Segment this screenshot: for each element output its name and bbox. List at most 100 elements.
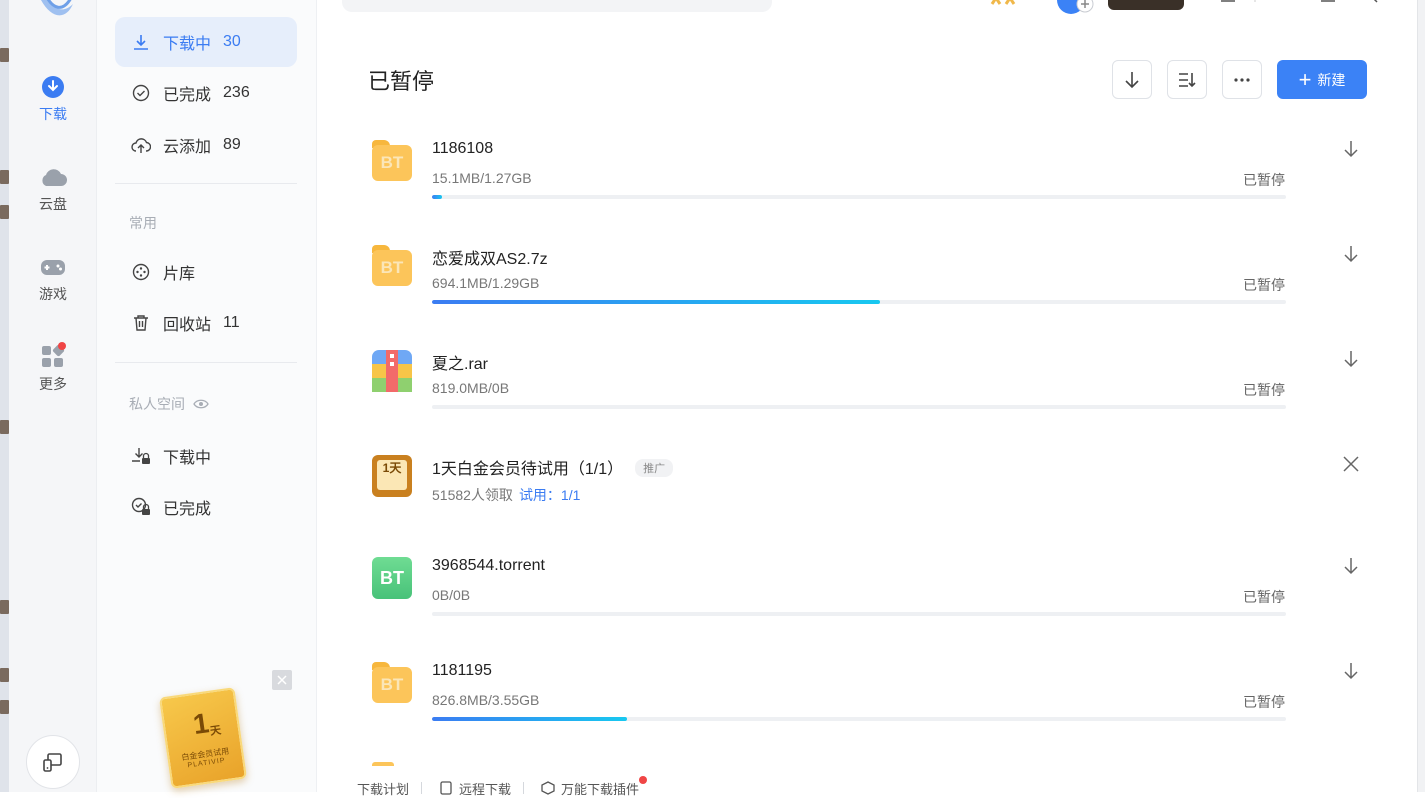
remote-icon [440,781,452,795]
sidebar-item-private-downloading[interactable]: 下载中 [115,431,297,481]
footer-label: 万能下载插件 [561,781,640,797]
sidebar-item-label: 已完成 [163,87,212,104]
footer-label: 下载计划 [357,781,410,797]
more-icon [1234,77,1250,82]
device-switch-button[interactable] [26,735,80,789]
sidebar-item-label: 片库 [163,266,196,283]
avatar[interactable] [1055,0,1101,16]
vip-trial-promo-card[interactable]: 1 天 白金会员试用 PLATIVIP [158,687,248,789]
more-options-button[interactable] [1222,60,1262,99]
gift-icon[interactable] [990,0,1022,6]
sidebar-item-completed[interactable]: 已完成 236 [115,68,297,118]
bt-folder-icon: BT [372,662,412,704]
close-window-icon[interactable] [1365,0,1379,4]
start-all-button[interactable] [1112,60,1152,99]
sidebar-item-label: 下载中 [163,450,212,467]
promo-big-number: 1 [191,707,211,741]
vip-trial-icon: 1天 [372,455,412,497]
task-status: 已暂停 [1243,277,1285,293]
task-name: 1天白金会员待试用（1/1） 推广 [432,455,674,479]
task-row[interactable]: BT 1186108 15.1MB/1.27GB 已暂停 [350,132,1380,232]
promo-task-row[interactable]: 1天 1天白金会员待试用（1/1） 推广 51582人领取 试用：1/1 [350,447,1380,547]
menu-icon[interactable] [1220,0,1236,4]
trash-icon [131,313,151,333]
sort-icon [1179,72,1196,87]
arrow-down-icon [1344,558,1358,575]
task-row[interactable]: BT 1181195 826.8MB/3.55GB 已暂停 [350,654,1380,754]
task-row[interactable]: BT 恋爱成双AS2.7z 694.1MB/1.29GB 已暂停 [350,237,1380,337]
nav-label: 更多 [39,376,67,392]
nav-label: 游戏 [39,286,67,302]
task-status: 已暂停 [1243,382,1285,398]
promo-trial-link[interactable]: 试用：1/1 [519,487,580,503]
task-size: 0B/0B [432,587,471,603]
rar-archive-icon [372,350,412,392]
promo-unit: 天 [209,724,222,738]
task-name: 1181195 [432,662,492,679]
nav-label: 云盘 [39,196,67,212]
nav-item-games[interactable]: 游戏 [9,252,97,322]
task-row[interactable]: 夏之.rar 819.0MB/0B 已暂停 [350,342,1380,442]
close-icon [277,675,287,685]
plus-icon: + [1298,66,1312,92]
resume-button[interactable] [1340,555,1362,577]
divider [421,782,423,794]
new-task-button[interactable]: + 新建 [1277,60,1367,99]
divider [523,782,525,794]
task-name: 恋爱成双AS2.7z [432,251,548,268]
sidebar-item-label: 云添加 [163,139,212,156]
sidebar-item-label: 回收站 [163,317,212,334]
nav-item-download[interactable]: 下载 [9,72,97,142]
device-icon [43,753,62,772]
promo-close-button[interactable] [272,670,292,690]
sidebar-item-cloud-add[interactable]: 云添加 89 [115,120,297,170]
search-bar[interactable] [342,0,772,12]
notification-dot [58,342,66,350]
sidebar-item-private-completed[interactable]: 已完成 [115,482,297,532]
resume-button[interactable] [1340,243,1362,265]
plugin-link[interactable]: 万能下载插件 [541,775,648,798]
divider [115,183,297,184]
ad-tag: 推广 [635,459,674,477]
promo-claim-count: 51582人领取 [432,487,513,503]
private-space-heading: 私人空间 [129,394,209,414]
primary-nav: 下载 云盘 游戏 更多 [9,0,97,792]
eye-icon[interactable] [193,398,209,410]
minimize-icon[interactable] [1320,0,1336,4]
task-row[interactable]: BT 3968544.torrent 0B/0B 已暂停 [350,549,1380,649]
vip-status-badge[interactable] [1108,0,1184,10]
task-size: 694.1MB/1.29GB [432,275,540,291]
progress-bar [432,717,1286,721]
arrow-down-icon [1344,141,1358,158]
cloud-upload-icon [131,135,151,155]
footer-bar: 下载计划 远程下载 万能下载插件 [340,775,940,798]
dismiss-promo-button[interactable] [1340,453,1362,475]
promo-title: 1天白金会员待试用（1/1） [432,461,624,478]
resume-button[interactable] [1340,138,1362,160]
sidebar-item-trash[interactable]: 回收站 11 [115,298,297,348]
promo-subtitle: 51582人领取 试用：1/1 [432,485,580,505]
task-status: 已暂停 [1243,589,1285,605]
resume-button[interactable] [1340,660,1362,682]
task-name: 3968544.torrent [432,557,545,574]
task-status: 已暂停 [1243,694,1285,710]
resume-button[interactable] [1340,348,1362,370]
sort-button[interactable] [1167,60,1207,99]
cube-icon [541,781,555,795]
sidebar-item-library[interactable]: 片库 [115,247,297,297]
sidebar-item-count: 89 [223,136,241,153]
background-window-edge [0,0,9,792]
task-name: 夏之.rar [432,356,489,373]
nav-item-more[interactable]: 更多 [9,342,97,412]
sidebar-item-label: 下载中 [163,36,212,53]
download-circle-icon [38,72,68,102]
download-plan-link[interactable]: 下载计划 [357,779,409,798]
nav-item-cloud[interactable]: 云盘 [9,162,97,232]
arrow-down-icon [1344,351,1358,368]
close-icon [1343,456,1359,472]
progress-bar [432,300,1286,304]
app-logo-icon [41,0,73,16]
arrow-down-icon [1344,663,1358,680]
remote-download-link[interactable]: 远程下载 [439,779,511,798]
sidebar-item-downloading[interactable]: 下载中 30 [115,17,297,67]
